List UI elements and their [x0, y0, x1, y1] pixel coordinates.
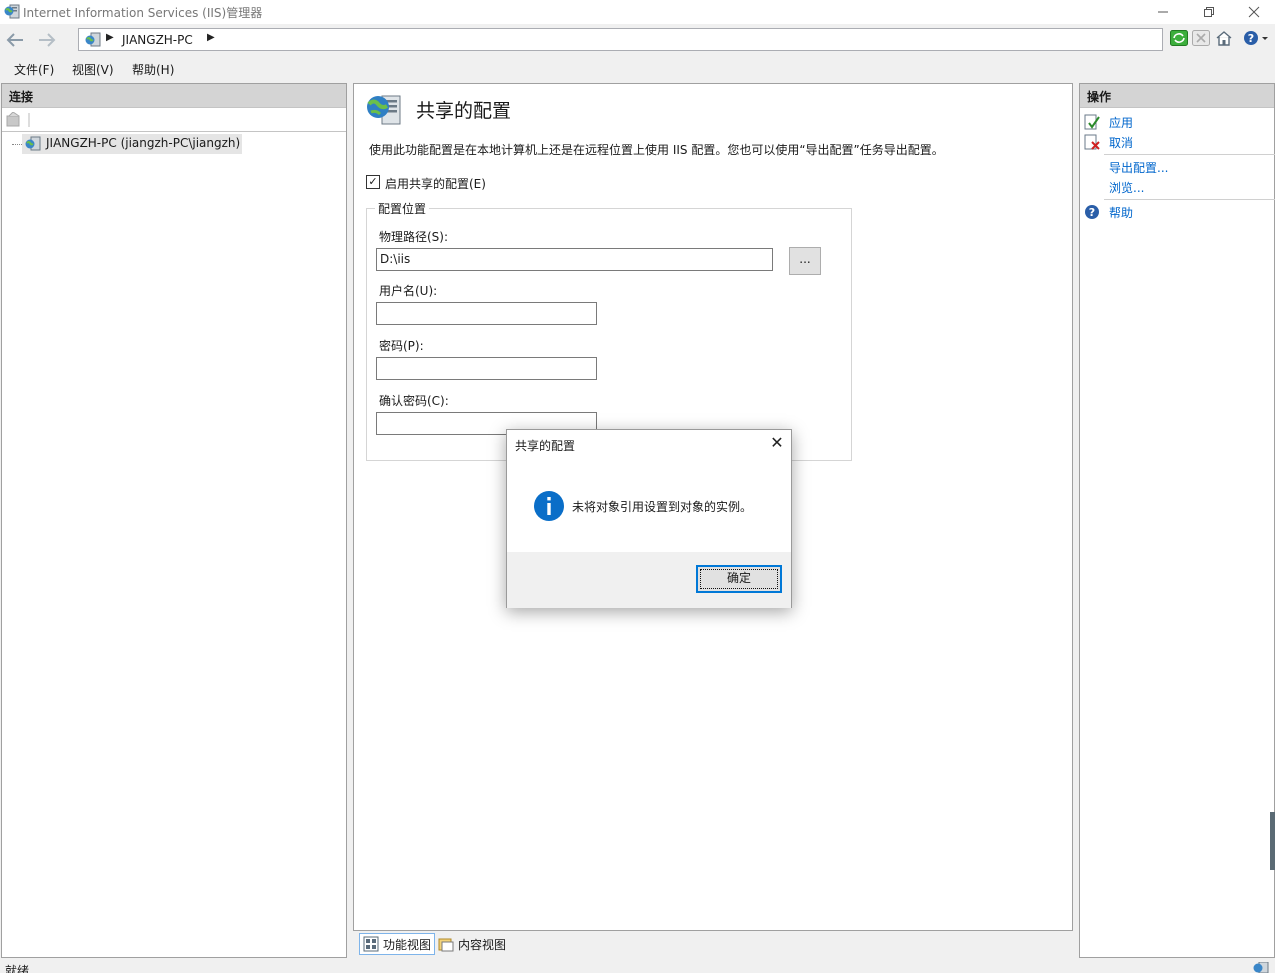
status-text: 就绪 [5, 964, 30, 973]
tab-label: 内容视图 [458, 937, 507, 952]
action-apply[interactable]: 应用 [1080, 112, 1133, 132]
status-bar: 就绪 [0, 960, 1275, 973]
physical-path-label: 物理路径(S): [379, 230, 449, 244]
close-icon: ✕ [770, 433, 784, 452]
shared-config-icon [367, 95, 401, 125]
username-input[interactable] [376, 302, 597, 325]
refresh-button[interactable] [1168, 27, 1190, 49]
physical-path-input[interactable]: D:\iis [376, 248, 773, 271]
connections-toolbar [2, 108, 346, 132]
cancel-icon [1084, 134, 1100, 150]
info-icon [534, 491, 564, 521]
tab-features-view[interactable]: 功能视图 [359, 933, 436, 955]
password-input[interactable] [376, 357, 597, 380]
confirm-password-label: 确认密码(C): [379, 394, 449, 408]
navigation-bar: ▶ JIANGZH-PC ▶ ? [0, 24, 1275, 57]
scroll-indicator[interactable] [1270, 812, 1275, 870]
help-icon: ? [1244, 31, 1268, 45]
menu-bar: 文件(F) 视图(V) 帮助(H) [0, 57, 1275, 81]
stop-button[interactable] [1190, 27, 1212, 49]
breadcrumb-separator-icon[interactable]: ▶ [106, 32, 114, 43]
action-export-config[interactable]: 导出配置... [1080, 157, 1168, 177]
tree-node-server[interactable]: JIANGZH-PC (jiangzh-PC\jiangzh) [22, 134, 242, 154]
breadcrumb-server[interactable]: JIANGZH-PC [122, 33, 193, 47]
refresh-icon [1170, 30, 1188, 46]
tree-node-label: JIANGZH-PC (jiangzh-PC\jiangzh) [46, 136, 241, 150]
title-bar: Internet Information Services (IIS)管理器 [0, 0, 1275, 24]
window-title: Internet Information Services (IIS)管理器 [23, 6, 263, 20]
restore-icon [1204, 7, 1214, 17]
tab-content-view[interactable]: 内容视图 [435, 933, 509, 955]
forward-arrow-icon [39, 33, 56, 47]
username-label: 用户名(U): [379, 284, 438, 298]
server-icon [25, 136, 41, 151]
actions-separator [1104, 199, 1275, 200]
svg-text:?: ? [1248, 32, 1254, 45]
page-title: 共享的配置 [416, 100, 512, 122]
error-dialog: 共享的配置 ✕ 未将对象引用设置到对象的实例。 确定 [506, 429, 792, 608]
back-arrow-icon [6, 33, 23, 47]
minimize-icon [1158, 11, 1168, 13]
actions-separator [1104, 154, 1275, 155]
connections-header: 连接 [2, 84, 346, 108]
ok-button[interactable]: 确定 [696, 565, 782, 593]
help-icon: ? [1085, 205, 1099, 219]
menu-file[interactable]: 文件(F) [14, 61, 54, 78]
server-icon [85, 32, 101, 47]
forward-button[interactable] [36, 29, 58, 51]
password-label: 密码(P): [379, 339, 424, 353]
dialog-footer: 确定 [507, 552, 791, 608]
action-help[interactable]: ? 帮助 [1080, 202, 1133, 222]
stop-icon [1192, 30, 1210, 46]
dialog-title: 共享的配置 [515, 439, 576, 453]
connections-pane: 连接 JIANGZH-PC (jiangzh-PC\jiangzh) [1, 83, 347, 958]
dialog-message: 未将对象引用设置到对象的实例。 [572, 500, 753, 514]
config-location-group: 配置位置 物理路径(S): D:\iis ... 用户名(U): 密码(P): … [366, 200, 852, 461]
features-view-icon [363, 936, 379, 952]
server-status-icon [1253, 962, 1269, 973]
content-view-icon [438, 938, 454, 952]
enable-shared-config-label[interactable]: 启用共享的配置(E) [385, 175, 486, 192]
action-browse[interactable]: 浏览... [1080, 177, 1144, 197]
dialog-close-button[interactable]: ✕ [765, 433, 789, 455]
browse-button[interactable]: ... [789, 247, 821, 275]
menu-help[interactable]: 帮助(H) [132, 61, 174, 78]
actions-header: 操作 [1080, 84, 1274, 108]
tab-label: 功能视图 [383, 937, 432, 952]
enable-shared-config-checkbox[interactable]: ✓ [366, 175, 380, 189]
svg-text:?: ? [1089, 206, 1095, 219]
actions-pane: 操作 应用 取消 导出配置... 浏览... ? 帮助 [1079, 83, 1275, 958]
restore-button[interactable] [1186, 0, 1232, 24]
feature-description: 使用此功能配置是在本地计算机上还是在远程位置上使用 IIS 配置。您也可以使用“… [369, 143, 944, 157]
address-bar[interactable]: ▶ JIANGZH-PC ▶ [78, 28, 1163, 51]
connect-icon[interactable] [6, 112, 32, 128]
action-cancel[interactable]: 取消 [1080, 132, 1133, 152]
back-button[interactable] [4, 29, 26, 51]
home-icon [1216, 31, 1232, 46]
minimize-button[interactable] [1140, 0, 1186, 24]
close-button[interactable] [1231, 0, 1275, 24]
home-button[interactable] [1213, 27, 1235, 49]
help-dropdown-button[interactable]: ? [1241, 27, 1271, 49]
apply-icon [1084, 114, 1100, 130]
group-title: 配置位置 [375, 200, 430, 217]
menu-view[interactable]: 视图(V) [72, 61, 114, 78]
view-tabs: 功能视图 内容视图 [353, 932, 1073, 956]
close-icon [1248, 6, 1260, 18]
breadcrumb-separator-icon[interactable]: ▶ [207, 32, 215, 43]
iis-app-icon [4, 4, 20, 19]
